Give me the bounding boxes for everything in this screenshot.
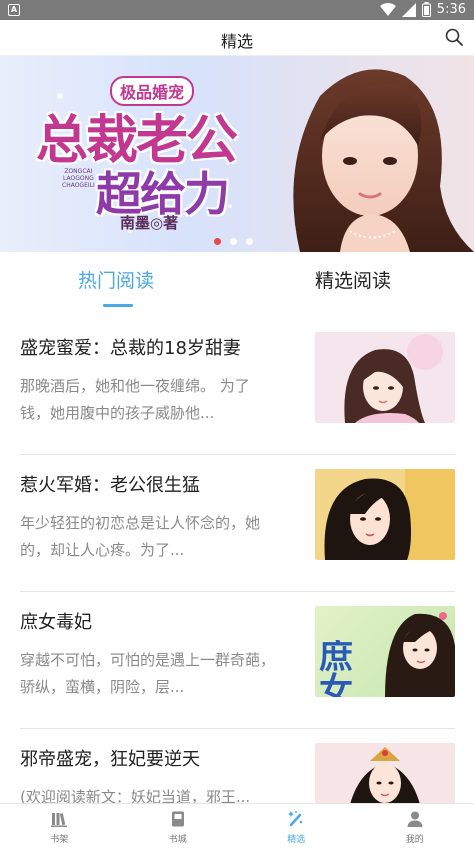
cover-title-text: 庶女 bbox=[319, 640, 379, 697]
book-title: 盛宠蜜爱：总裁的18岁甜妻 bbox=[20, 334, 241, 360]
book-item-1[interactable]: 盛宠蜜爱：总裁的18岁甜妻 那晚酒后，她和他一夜缠绵。 为了钱，她用腹中的孩子威… bbox=[20, 318, 455, 455]
signal-icon bbox=[402, 3, 416, 17]
app-header: 精选 bbox=[0, 20, 474, 56]
book-item-3[interactable]: 庶女毒妃 穿越不可怕，可怕的是遇上一群奇葩，骄纵，蛮横，阴险，层... 庶女 bbox=[20, 592, 455, 729]
book-cover-image bbox=[315, 469, 455, 560]
clock: 5:36 bbox=[437, 2, 466, 17]
banner-pagination[interactable] bbox=[214, 238, 253, 245]
status-bar: A 5:36 bbox=[0, 0, 474, 20]
nav-label: 我的 bbox=[356, 832, 474, 845]
banner-dot-1[interactable] bbox=[214, 238, 221, 245]
page-title: 精选 bbox=[0, 28, 474, 52]
book-description: 那晚酒后，她和他一夜缠绵。 为了钱，她用腹中的孩子威胁他... bbox=[20, 373, 275, 427]
magic-wand-icon bbox=[287, 810, 305, 828]
battery-icon bbox=[422, 2, 431, 17]
bookstore-icon bbox=[169, 810, 187, 828]
nav-item-profile[interactable]: 我的 bbox=[356, 804, 474, 844]
featured-banner[interactable]: 极品婚宠 总裁老公 ZONGCAI LAOGONG CHAOGEILI 超给力 … bbox=[0, 56, 474, 252]
banner-dot-2[interactable] bbox=[230, 238, 237, 245]
nav-item-bookstore[interactable]: 书城 bbox=[119, 804, 238, 844]
book-description: 年少轻狂的初恋总是让人怀念的，她的，却让人心疼。为了... bbox=[20, 510, 275, 564]
active-tab-indicator bbox=[103, 304, 133, 307]
nav-label: 书架 bbox=[0, 832, 119, 845]
nav-label: 精选 bbox=[237, 832, 356, 845]
banner-pinyin: ZONGCAI LAOGONG CHAOGEILI bbox=[62, 168, 95, 189]
notification-app-icon: A bbox=[8, 4, 20, 16]
wifi-icon bbox=[380, 3, 396, 17]
pinyin-line-2: LAOGONG bbox=[62, 175, 95, 182]
book-title: 庶女毒妃 bbox=[20, 608, 92, 634]
banner-dot-3[interactable] bbox=[246, 238, 253, 245]
pinyin-line-3: CHAOGEILI bbox=[62, 182, 95, 189]
book-item-4[interactable]: 邪帝盛宠，狂妃要逆天 (欢迎阅读新文：妖妃当道，邪王... bbox=[20, 729, 455, 866]
bottom-navigation: 书架 书城 精选 我的 bbox=[0, 803, 474, 844]
tab-hot-reading[interactable]: 热门阅读 bbox=[78, 266, 154, 293]
book-title: 邪帝盛宠，狂妃要逆天 bbox=[20, 745, 200, 771]
reading-tabs: 热门阅读 精选阅读 bbox=[0, 252, 474, 312]
nav-item-bookshelf[interactable]: 书架 bbox=[0, 804, 119, 844]
pinyin-line-1: ZONGCAI bbox=[62, 168, 95, 175]
book-cover-image bbox=[315, 332, 455, 423]
nav-item-featured[interactable]: 精选 bbox=[237, 804, 356, 844]
book-cover-image: 庶女 bbox=[315, 606, 455, 697]
status-icons: 5:36 bbox=[380, 2, 466, 17]
book-item-2[interactable]: 惹火军婚：老公很生猛 年少轻狂的初恋总是让人怀念的，她的，却让人心疼。为了... bbox=[20, 455, 455, 592]
book-description: 穿越不可怕，可怕的是遇上一群奇葩，骄纵，蛮横，阴险，层... bbox=[20, 647, 275, 701]
banner-author: 南墨◎著 bbox=[120, 212, 178, 233]
user-icon bbox=[406, 810, 424, 828]
search-icon[interactable] bbox=[444, 27, 464, 47]
book-title: 惹火军婚：老公很生猛 bbox=[20, 471, 200, 497]
nav-label: 书城 bbox=[119, 832, 238, 845]
bookshelf-icon bbox=[50, 810, 68, 828]
tab-featured-reading[interactable]: 精选阅读 bbox=[315, 266, 391, 293]
